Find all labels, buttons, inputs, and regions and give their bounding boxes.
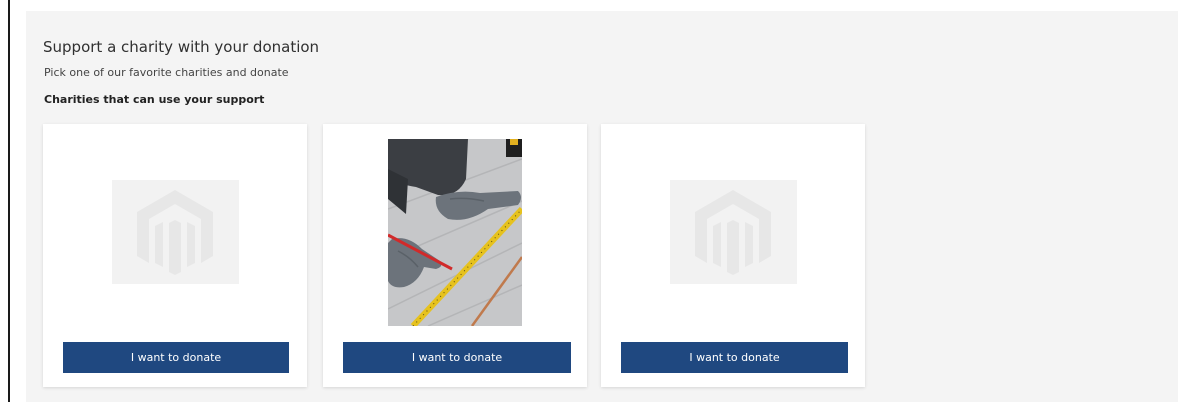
charity-image-placeholder <box>112 180 239 284</box>
donation-title: Support a charity with your donation <box>43 38 320 56</box>
donation-panel: Support a charity with your donation Pic… <box>26 11 1178 402</box>
donation-subtitle: Pick one of our favorite charities and d… <box>44 66 289 79</box>
charities-section-heading: Charities that can use your support <box>44 93 265 106</box>
charity-photo-image <box>388 139 522 326</box>
charity-photo <box>388 139 522 326</box>
donate-button[interactable]: I want to donate <box>63 342 289 373</box>
left-border-line <box>8 0 10 402</box>
donate-button[interactable]: I want to donate <box>621 342 848 373</box>
charity-card-1: I want to donate <box>43 124 307 387</box>
charity-card-2: I want to donate <box>323 124 587 387</box>
magento-logo-icon <box>137 190 213 275</box>
donate-button[interactable]: I want to donate <box>343 342 571 373</box>
magento-logo-icon <box>695 190 771 275</box>
charity-image-placeholder <box>670 180 797 284</box>
charity-card-3: I want to donate <box>601 124 865 387</box>
